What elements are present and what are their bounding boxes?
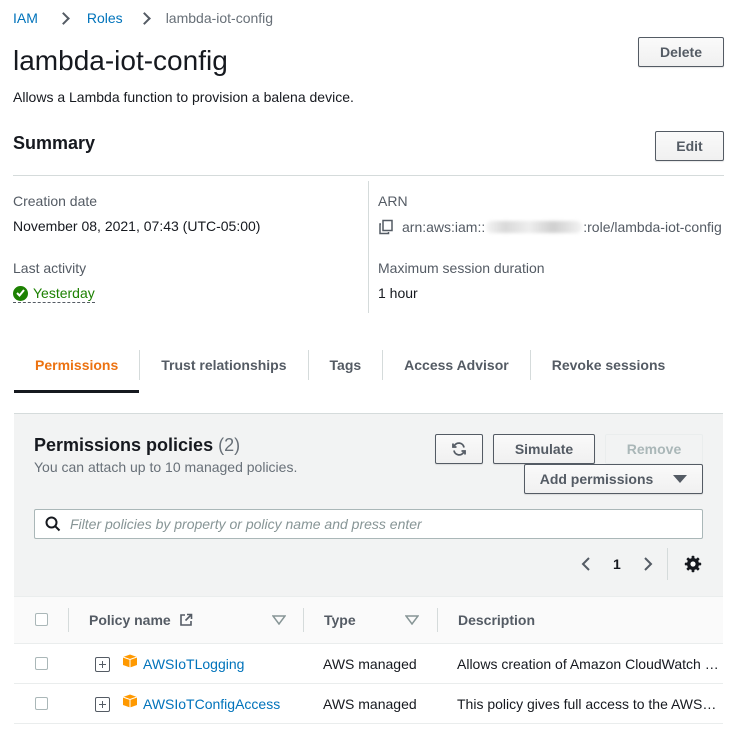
policy-filter[interactable]: Filter policies by property or policy na…	[34, 509, 703, 539]
page-number[interactable]: 1	[613, 556, 621, 572]
expand-icon[interactable]	[95, 657, 110, 672]
pagination: 1	[578, 548, 656, 580]
policy-name[interactable]: AWSIoTLogging	[143, 656, 244, 672]
policy-type: AWS managed	[323, 696, 417, 712]
column-policy-name[interactable]: Policy name	[89, 597, 193, 643]
add-permissions-button[interactable]: Add permissions	[524, 464, 703, 494]
remove-button[interactable]: Remove	[605, 434, 703, 464]
summary-divider	[13, 175, 724, 176]
chevron-left-icon[interactable]	[578, 555, 596, 573]
breadcrumb-current: lambda-iot-config	[165, 10, 274, 26]
expand-icon[interactable]	[95, 697, 110, 712]
page-description: Allows a Lambda function to provision a …	[13, 89, 354, 105]
tab-revoke-sessions[interactable]: Revoke sessions	[531, 336, 687, 393]
column-divider	[437, 608, 438, 632]
redacted-account-id	[486, 221, 583, 233]
creation-date-label: Creation date	[13, 193, 98, 209]
tab-permissions[interactable]: Permissions	[14, 336, 140, 393]
last-activity-label: Last activity	[13, 260, 87, 276]
table-row[interactable]: AWSIoTLogging AWS managed Allows creatio…	[14, 644, 723, 684]
column-divider	[68, 608, 69, 632]
max-session-label: Maximum session duration	[378, 260, 545, 276]
delete-button[interactable]: Delete	[638, 37, 724, 67]
policy-name-link[interactable]: AWSIoTLogging	[143, 644, 244, 684]
column-policy-name-label: Policy name	[89, 612, 171, 628]
permissions-title-text: Permissions policies	[34, 435, 214, 455]
chevron-right-icon	[57, 11, 70, 25]
sort-icon[interactable]	[272, 615, 286, 625]
last-activity-status[interactable]: Yesterday	[13, 285, 95, 303]
copy-icon[interactable]	[378, 219, 394, 235]
last-activity-value: Yesterday	[33, 285, 95, 301]
permissions-subtitle: You can attach up to 10 managed policies…	[34, 459, 298, 475]
summary-title: Summary	[13, 133, 96, 153]
table-row[interactable]: AWSIoTConfigAccess AWS managed This poli…	[14, 684, 723, 724]
policy-box-icon	[122, 694, 138, 708]
max-session-value: 1 hour	[378, 285, 418, 301]
breadcrumb: IAM Roles lambda-iot-config	[13, 9, 273, 27]
arn-value: arn:aws:iam:: :role/lambda-iot-config	[378, 219, 722, 235]
policy-name[interactable]: AWSIoTConfigAccess	[143, 696, 280, 712]
tab-access-advisor[interactable]: Access Advisor	[383, 336, 530, 393]
row-checkbox[interactable]	[35, 697, 48, 710]
policy-description: This policy gives full access to the AWS…	[457, 696, 719, 712]
policy-box-icon	[122, 654, 138, 668]
simulate-button[interactable]: Simulate	[493, 434, 595, 464]
add-permissions-label: Add permissions	[539, 471, 654, 487]
refresh-button[interactable]	[435, 434, 483, 464]
tab-trust-relationships[interactable]: Trust relationships	[140, 336, 307, 393]
sort-icon[interactable]	[405, 615, 419, 625]
arn-suffix: :role/lambda-iot-config	[583, 219, 722, 235]
chevron-right-icon[interactable]	[638, 555, 656, 573]
column-type[interactable]: Type	[324, 597, 356, 643]
pager-divider	[667, 548, 668, 580]
search-icon	[45, 516, 61, 532]
row-checkbox[interactable]	[35, 657, 48, 670]
column-divider	[303, 608, 304, 632]
arn-label: ARN	[378, 193, 408, 209]
creation-date-value: November 08, 2021, 07:43 (UTC-05:00)	[13, 218, 261, 234]
refresh-icon	[452, 442, 466, 456]
permissions-count: (2)	[218, 435, 241, 455]
gear-icon[interactable]	[684, 555, 702, 573]
edit-button[interactable]: Edit	[655, 131, 724, 161]
breadcrumb-roles[interactable]: Roles	[87, 10, 123, 26]
chevron-right-icon	[137, 11, 151, 25]
external-link-icon	[179, 613, 193, 626]
policy-description: Allows creation of Amazon CloudWatch Log…	[457, 656, 719, 672]
arn-prefix: arn:aws:iam::	[402, 219, 486, 235]
summary-column-divider	[368, 181, 369, 313]
page-title: lambda-iot-config	[13, 45, 228, 76]
select-all-checkbox[interactable]	[35, 613, 48, 626]
breadcrumb-iam[interactable]: IAM	[13, 10, 38, 26]
permissions-title: Permissions policies (2)	[34, 435, 240, 456]
caret-down-icon	[673, 474, 688, 483]
tab-tags[interactable]: Tags	[309, 336, 383, 393]
search-input[interactable]: Filter policies by property or policy na…	[70, 516, 422, 532]
policy-name-link[interactable]: AWSIoTConfigAccess	[143, 684, 280, 724]
tab-bar: Permissions Trust relationships Tags Acc…	[14, 336, 686, 393]
table-header: Policy name Type Description	[14, 596, 723, 644]
column-description[interactable]: Description	[458, 597, 535, 643]
policy-type: AWS managed	[323, 656, 417, 672]
check-circle-icon	[13, 285, 28, 301]
